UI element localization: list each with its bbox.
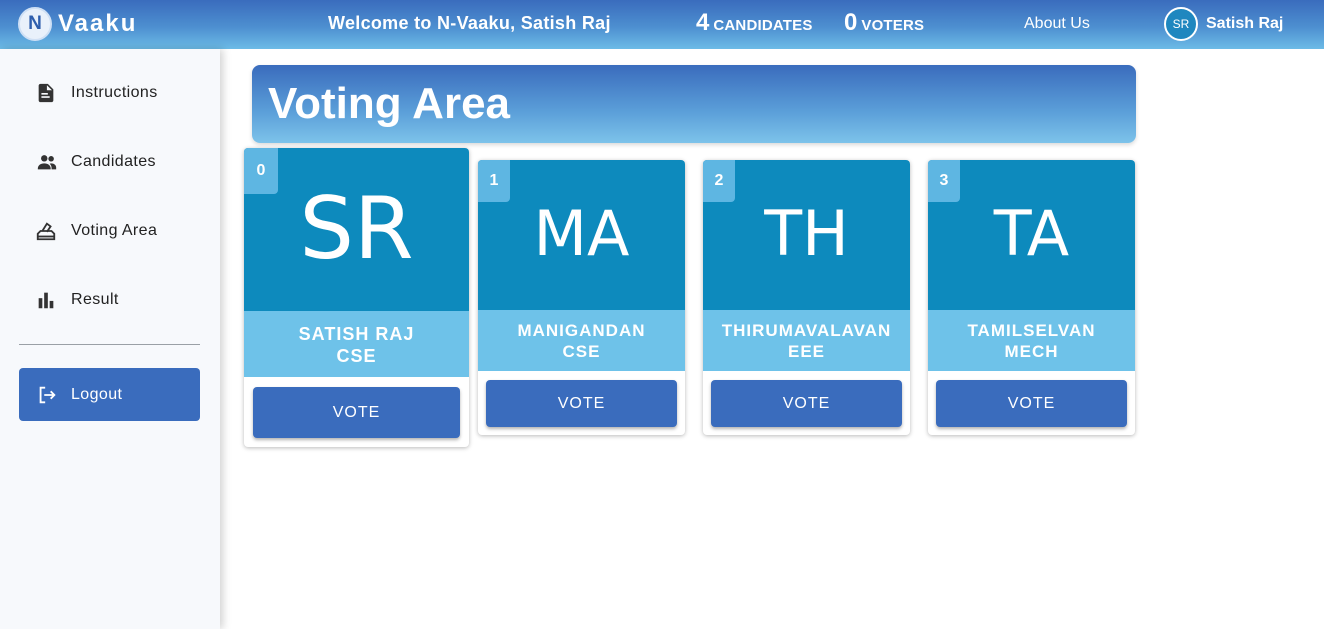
vote-button[interactable]: VOTE — [711, 380, 902, 427]
candidate-info: MANIGANDAN CSE — [478, 310, 685, 371]
welcome-message: Welcome to N-Vaaku, Satish Raj — [328, 13, 611, 33]
candidate-index-badge: 2 — [703, 160, 735, 202]
candidate-initials: MA — [533, 197, 630, 270]
candidate-index-badge: 0 — [244, 148, 278, 194]
sidebar-item-label: Result — [71, 291, 119, 308]
logo-badge: N — [18, 7, 52, 41]
vote-button[interactable]: VOTE — [486, 380, 677, 427]
sidebar-item-instructions[interactable]: Instructions — [19, 70, 200, 116]
voters-stat: 0 VOTERS — [844, 9, 924, 37]
voters-count: 0 — [844, 9, 858, 36]
document-icon — [38, 83, 54, 103]
logo-text: Vaaku — [58, 10, 138, 37]
candidate-name: MANIGANDAN — [517, 321, 646, 340]
voters-label: VOTERS — [861, 17, 925, 34]
logout-icon — [39, 386, 56, 403]
app-logo[interactable]: N Vaaku — [18, 6, 137, 42]
candidates-label: CANDIDATES — [713, 17, 813, 34]
user-menu[interactable]: SR Satish Raj — [1164, 7, 1283, 41]
candidate-info: THIRUMAVALAVAN EEE — [703, 310, 910, 371]
candidate-name: THIRUMAVALAVAN — [721, 321, 892, 340]
user-name: Satish Raj — [1206, 15, 1284, 32]
candidate-dept: CSE — [336, 346, 377, 366]
candidate-card: TA 3 TAMILSELVAN MECH VOTE — [928, 160, 1135, 435]
candidate-dept: EEE — [787, 342, 826, 361]
candidate-initials: SR — [299, 179, 414, 279]
logout-button[interactable]: Logout — [19, 368, 200, 421]
about-us-link[interactable]: About Us — [1024, 15, 1090, 33]
candidate-initials: TH — [764, 197, 849, 270]
candidate-card: TH 2 THIRUMAVALAVAN EEE VOTE — [703, 160, 910, 435]
people-icon — [37, 155, 57, 170]
sidebar-item-label: Candidates — [71, 153, 156, 170]
candidate-index-badge: 1 — [478, 160, 510, 202]
candidates-stat: 4 CANDIDATES — [696, 9, 813, 37]
page-header: Voting Area — [252, 65, 1136, 143]
logout-label: Logout — [71, 385, 123, 403]
candidate-name: SATISH RAJ — [298, 324, 415, 344]
sidebar-item-label: Instructions — [71, 84, 158, 101]
candidate-dept: CSE — [562, 342, 601, 361]
sidebar-item-voting-area[interactable]: Voting Area — [19, 208, 200, 254]
candidates-count: 4 — [696, 9, 710, 36]
page-title: Voting Area — [268, 79, 511, 128]
sidebar-divider — [19, 344, 200, 345]
candidate-info: SATISH RAJ CSE — [244, 311, 469, 377]
avatar: SR — [1164, 7, 1198, 41]
sidebar-item-label: Voting Area — [71, 222, 158, 239]
candidate-info: TAMILSELVAN MECH — [928, 310, 1135, 371]
top-bar: N Vaaku Welcome to N-Vaaku, Satish Raj 4… — [0, 0, 1324, 49]
sidebar: Instructions Candidates Voting Area Resu… — [0, 49, 220, 629]
candidate-card: SR 0 SATISH RAJ CSE VOTE — [244, 148, 469, 447]
candidate-dept: MECH — [1004, 342, 1059, 361]
bar-chart-icon — [38, 292, 54, 309]
candidate-index-badge: 3 — [928, 160, 960, 202]
ballot-icon — [36, 222, 56, 241]
candidate-name: TAMILSELVAN — [967, 321, 1096, 340]
candidate-card: MA 1 MANIGANDAN CSE VOTE — [478, 160, 685, 435]
vote-button[interactable]: VOTE — [936, 380, 1127, 427]
candidate-initials: TA — [993, 197, 1070, 270]
vote-button[interactable]: VOTE — [253, 387, 460, 438]
sidebar-item-result[interactable]: Result — [19, 277, 200, 323]
sidebar-item-candidates[interactable]: Candidates — [19, 139, 200, 185]
